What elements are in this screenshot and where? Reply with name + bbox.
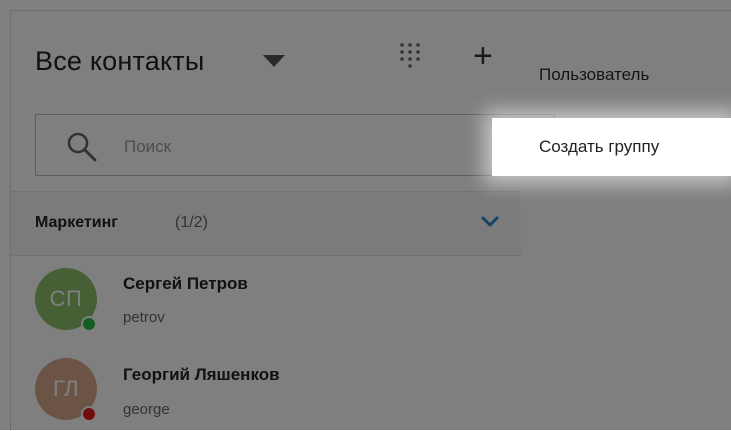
add-menu: Пользователь Создать группу (492, 44, 731, 176)
menu-item-create-group[interactable]: Создать группу (492, 118, 731, 176)
menu-item-add-user[interactable]: Пользователь (492, 46, 731, 104)
